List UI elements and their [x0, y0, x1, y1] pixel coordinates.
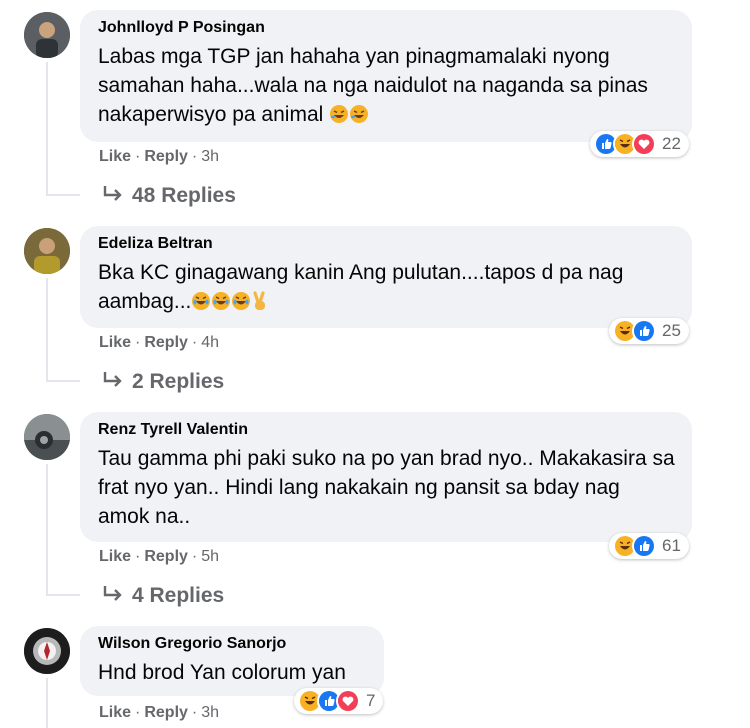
comment-bubble: Johnlloyd P Posingan Labas mga TGP jan h… [80, 10, 692, 142]
reply-button[interactable]: Reply [144, 334, 188, 351]
comment-text: Bka KC ginagawang kanin Ang pulutan....t… [98, 258, 676, 319]
reply-arrow-icon [103, 186, 122, 201]
reply-button[interactable]: Reply [144, 148, 188, 165]
comment-actions: Like · Reply · 3h [99, 148, 220, 165]
thread-line [46, 464, 48, 596]
comment-text: Tau gamma phi paki suko na po yan brad n… [98, 447, 675, 528]
reaction-summary[interactable]: 25 [609, 318, 689, 344]
comment-author[interactable]: Renz Tyrell Valentin [98, 420, 676, 440]
thread-line [46, 678, 48, 728]
view-replies-button[interactable]: 4 Replies [100, 583, 224, 609]
comment-time[interactable]: 5h [201, 548, 219, 565]
comment-actions: Like · Reply · 5h [99, 548, 220, 565]
comment-author[interactable]: Johnlloyd P Posingan [98, 18, 676, 38]
reply-arrow-icon [103, 372, 122, 387]
reply-button[interactable]: Reply [144, 704, 188, 721]
comment-actions: Like · Reply · 4h [99, 334, 220, 351]
thread-branch [46, 194, 80, 196]
rolling-laughing-emoji [349, 103, 369, 132]
reaction-summary[interactable]: 61 [609, 533, 689, 559]
rolling-laughing-emoji [329, 103, 349, 132]
replies-label: 48 Replies [132, 184, 236, 207]
thread-branch [46, 380, 80, 382]
avatar[interactable] [24, 12, 70, 58]
comment-time[interactable]: 4h [201, 334, 219, 351]
reaction-summary[interactable]: 22 [590, 131, 689, 157]
comment-text: Hnd brod Yan colorum yan [98, 661, 346, 684]
reaction-summary[interactable]: 7 [294, 688, 384, 714]
avatar[interactable] [24, 228, 70, 274]
view-replies-button[interactable]: 2 Replies [100, 369, 224, 395]
reaction-count: 22 [662, 134, 681, 153]
thread-branch [46, 594, 80, 596]
victory-hand-emoji [251, 290, 269, 319]
replies-label: 2 Replies [132, 370, 225, 393]
thread-line [46, 278, 48, 382]
comment-time[interactable]: 3h [201, 148, 219, 165]
like-button[interactable]: Like [99, 334, 131, 351]
avatar[interactable] [24, 628, 70, 674]
comment-time[interactable]: 3h [201, 704, 219, 721]
comment-text: Labas mga TGP jan hahaha yan pinagmamala… [98, 42, 676, 132]
comment-bubble: Wilson Gregorio Sanorjo Hnd brod Yan col… [80, 626, 384, 696]
love-reaction-icon [336, 689, 360, 713]
comment-actions: Like · Reply · 3h [99, 704, 220, 721]
laughing-emoji [231, 290, 251, 319]
comment-author[interactable]: Wilson Gregorio Sanorjo [98, 634, 368, 654]
laughing-emoji [191, 290, 211, 319]
like-reaction-icon [632, 319, 656, 343]
reaction-count: 25 [662, 321, 681, 340]
reaction-count: 7 [366, 691, 376, 710]
avatar[interactable] [24, 414, 70, 460]
laughing-emoji [211, 290, 231, 319]
comment-bubble: Renz Tyrell Valentin Tau gamma phi paki … [80, 412, 692, 542]
like-button[interactable]: Like [99, 148, 131, 165]
replies-label: 4 Replies [132, 584, 225, 607]
reply-arrow-icon [103, 586, 122, 601]
thread-line [46, 62, 48, 196]
view-replies-button[interactable]: 48 Replies [100, 183, 236, 209]
love-reaction-icon [632, 132, 656, 156]
comment-author[interactable]: Edeliza Beltran [98, 234, 676, 254]
reply-button[interactable]: Reply [144, 548, 188, 565]
like-reaction-icon [632, 534, 656, 558]
reaction-count: 61 [662, 536, 681, 555]
comment-bubble: Edeliza Beltran Bka KC ginagawang kanin … [80, 226, 692, 328]
like-button[interactable]: Like [99, 548, 131, 565]
like-button[interactable]: Like [99, 704, 131, 721]
